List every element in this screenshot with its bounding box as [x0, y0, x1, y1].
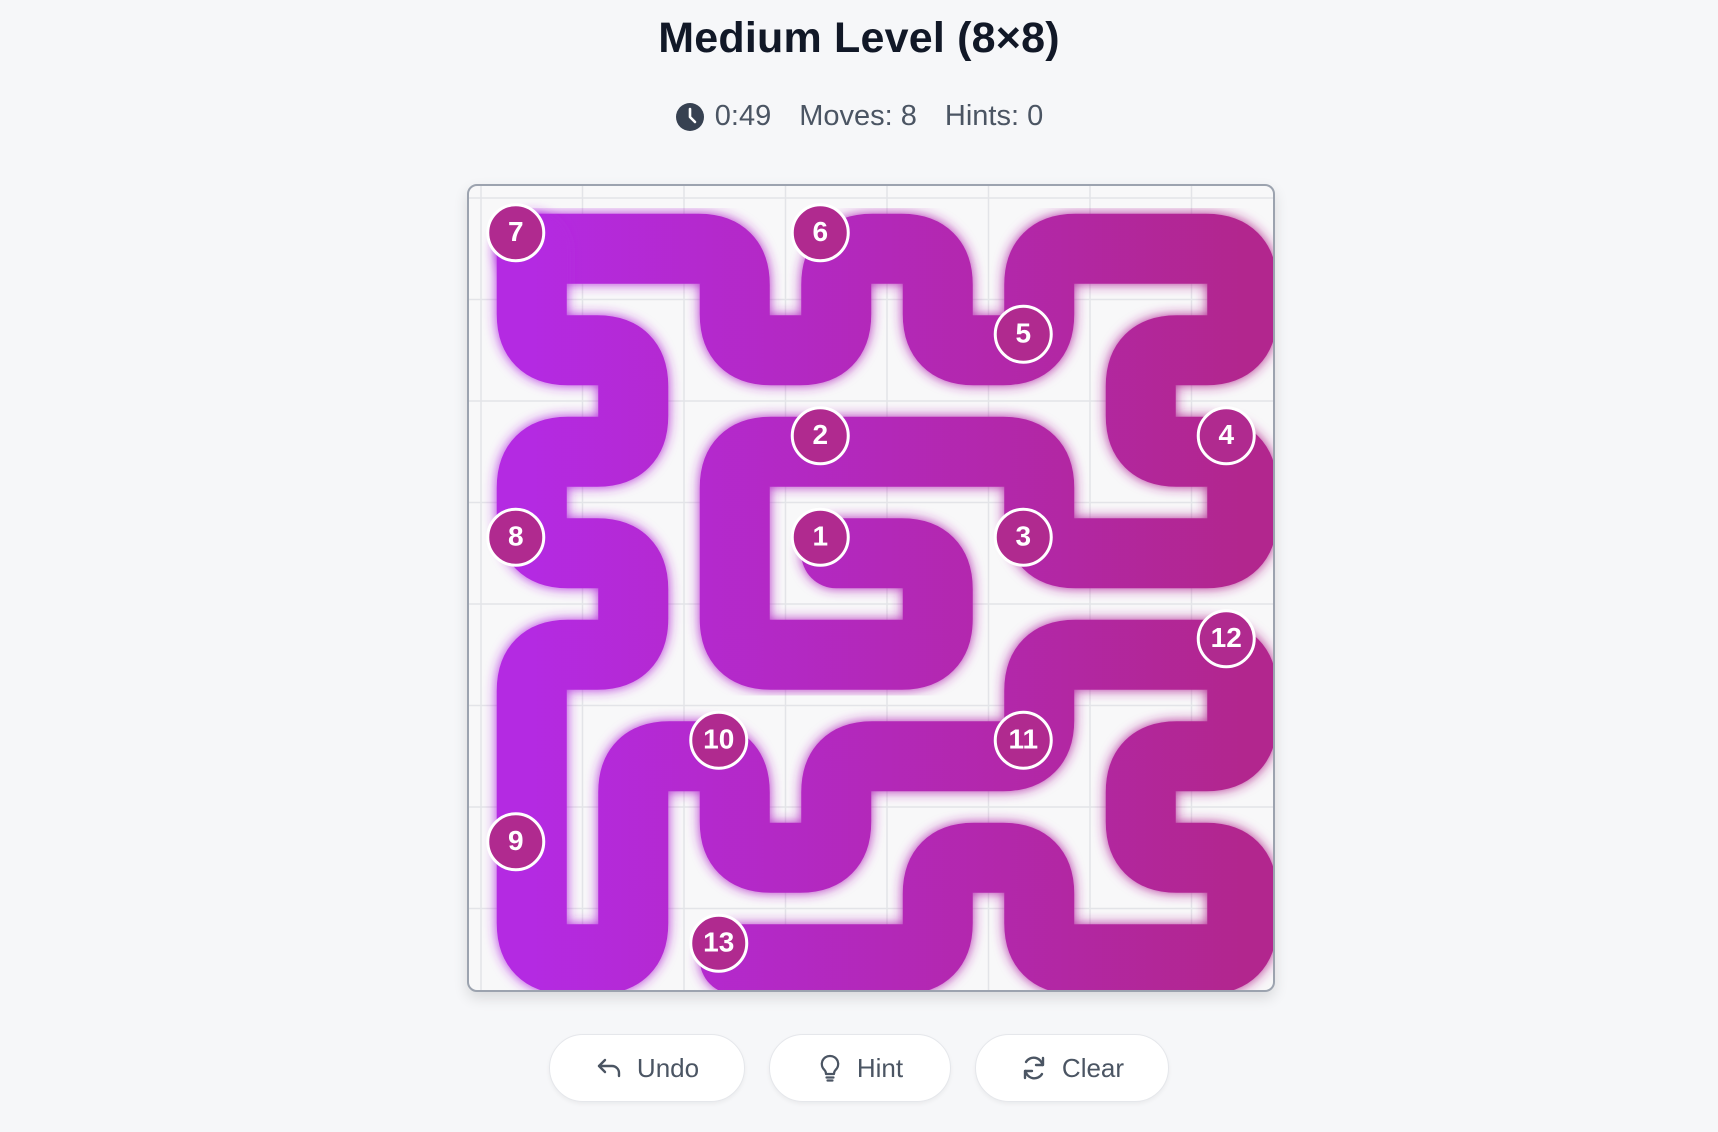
undo-label: Undo: [636, 1052, 700, 1083]
number-dot-label: 3: [1015, 521, 1031, 552]
undo-icon: [597, 1058, 621, 1078]
number-dot-label: 1: [812, 521, 828, 552]
number-dot-label: 4: [1218, 419, 1234, 450]
number-dot-label: 2: [812, 419, 828, 450]
timer: 0:49: [675, 100, 771, 133]
number-dot-7[interactable]: 7: [486, 203, 546, 263]
number-dot-6[interactable]: 6: [790, 203, 850, 263]
number-dot-label: 9: [508, 825, 524, 856]
number-dot-1[interactable]: 1: [790, 507, 850, 567]
number-dot-2[interactable]: 2: [790, 406, 850, 466]
moves-counter: Moves: 8: [799, 100, 917, 132]
number-dot-8[interactable]: 8: [486, 507, 546, 567]
number-dot-label: 10: [703, 724, 734, 755]
clock-icon: [675, 102, 705, 132]
number-dot-label: 7: [508, 216, 524, 247]
game-board[interactable]: 1 2 3 4 5 6 7 8 9 10 11 12 13: [467, 184, 1275, 992]
number-dot-label: 13: [703, 927, 734, 958]
number-dot-13[interactable]: 13: [689, 913, 749, 973]
hint-label: Hint: [856, 1052, 904, 1083]
refresh-icon: [1023, 1056, 1045, 1080]
number-dot-3[interactable]: 3: [993, 507, 1053, 567]
number-dot-label: 11: [1008, 724, 1038, 755]
number-dot-12[interactable]: 12: [1196, 609, 1256, 669]
lightbulb-icon: [820, 1054, 840, 1082]
clear-button[interactable]: Clear: [975, 1034, 1169, 1102]
number-dot-11[interactable]: 11: [993, 710, 1053, 770]
action-buttons: Undo Hint Clear: [0, 1034, 1718, 1102]
number-dot-label: 6: [812, 216, 828, 247]
number-dot-label: 12: [1211, 622, 1242, 653]
number-dot-5[interactable]: 5: [993, 304, 1053, 364]
number-dot-label: 8: [508, 521, 524, 552]
undo-button[interactable]: Undo: [549, 1034, 745, 1102]
hints-counter: Hints: 0: [944, 100, 1044, 132]
clear-label: Clear: [1061, 1052, 1125, 1083]
number-dot-10[interactable]: 10: [689, 710, 749, 770]
number-dot-4[interactable]: 4: [1196, 406, 1256, 466]
level-title: Medium Level (8×8): [658, 14, 1060, 62]
hint-button[interactable]: Hint: [769, 1034, 951, 1102]
number-dot-9[interactable]: 9: [486, 812, 546, 872]
number-dot-label: 5: [1015, 318, 1031, 349]
board-canvas[interactable]: 12345678910 111213: [469, 186, 1273, 990]
timer-value: 0:49: [714, 100, 772, 132]
stats-bar: 0:49 Moves: 8 Hints: 0: [0, 100, 1718, 133]
